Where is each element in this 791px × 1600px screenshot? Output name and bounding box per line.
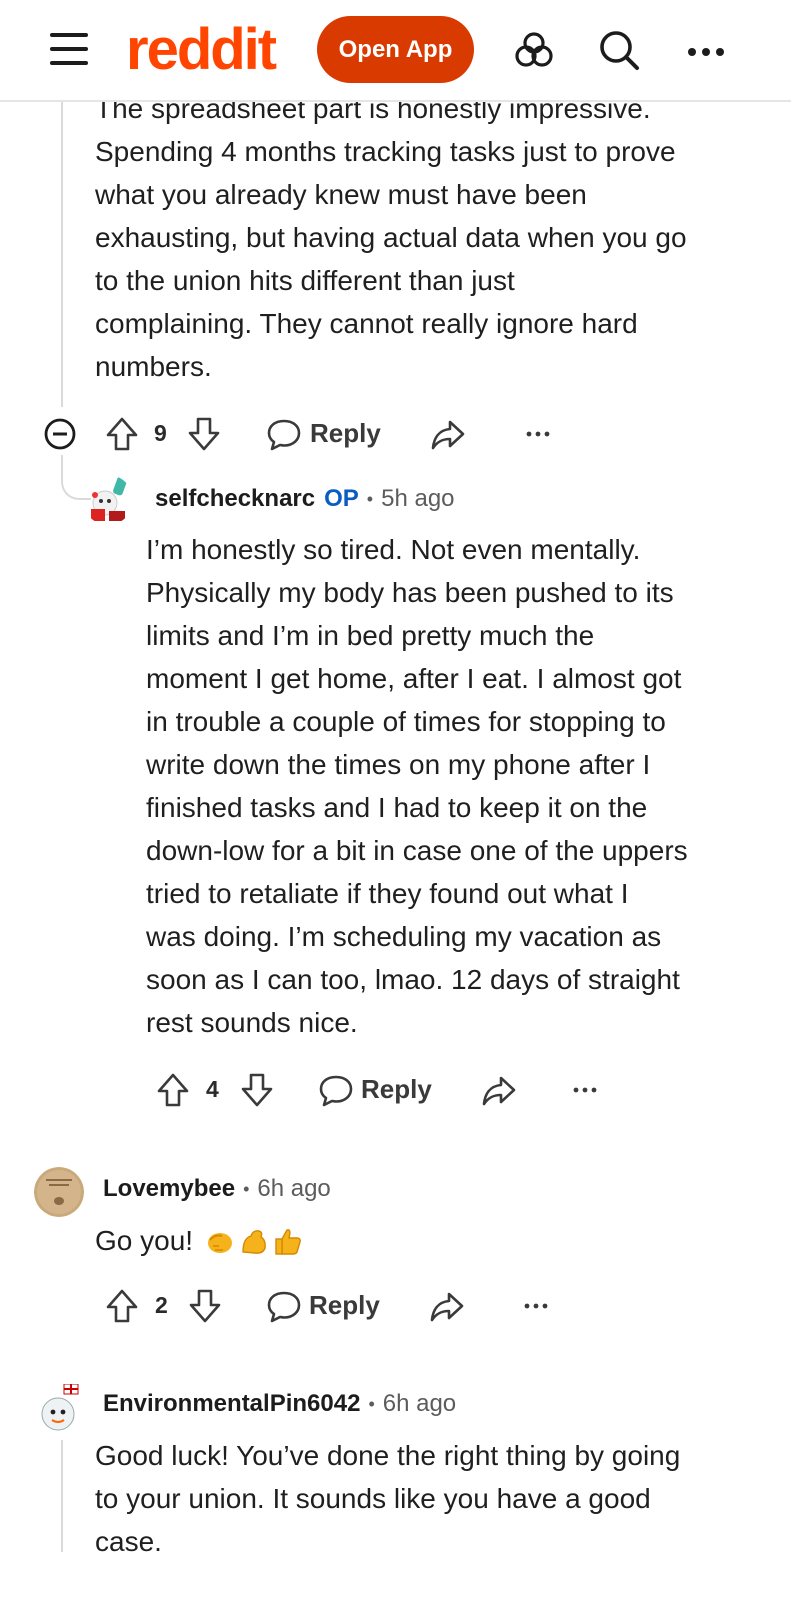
comment-body: Go you!: [95, 1225, 194, 1256]
timestamp: 5h ago: [381, 485, 455, 512]
more-options-icon[interactable]: [686, 30, 726, 74]
thread-line[interactable]: [61, 1440, 63, 1552]
separator-dot: •: [366, 488, 374, 509]
user-avatar[interactable]: [83, 475, 133, 525]
separator-dot: •: [243, 1178, 250, 1199]
separator-dot: •: [368, 1393, 375, 1414]
flexed-biceps-icon: [242, 1229, 266, 1254]
author-name[interactable]: EnvironmentalPin6042: [103, 1390, 360, 1418]
comment-body-row: Go you!: [95, 1219, 303, 1262]
comment-header: EnvironmentalPin6042 • 6h ago: [103, 1384, 456, 1424]
reply-button[interactable]: Reply: [361, 1074, 432, 1105]
reddit-logo[interactable]: reddit: [126, 18, 277, 82]
vote-score: 4: [206, 1076, 219, 1102]
reply-button[interactable]: Reply: [309, 1290, 380, 1321]
comment-header: selfchecknarc OP • 5h ago: [155, 479, 455, 519]
comment-header: Lovemybee • 6h ago: [103, 1169, 331, 1209]
fist-bump-icon: [208, 1232, 233, 1253]
more-options-icon[interactable]: [520, 414, 556, 454]
downvote-icon[interactable]: [187, 1286, 223, 1326]
share-icon[interactable]: [481, 1070, 517, 1110]
menu-icon[interactable]: [50, 33, 88, 65]
reply-button[interactable]: Reply: [310, 418, 381, 449]
upvote-icon[interactable]: [104, 414, 140, 454]
comment-body: Good luck! You’ve done the right thing b…: [95, 1440, 681, 1557]
top-header: reddit Open App: [0, 0, 791, 102]
share-icon[interactable]: [429, 1286, 465, 1326]
comment-actions: 9 Reply: [40, 414, 560, 460]
downvote-icon[interactable]: [186, 414, 222, 454]
upvote-icon[interactable]: [155, 1070, 191, 1110]
chat-icon[interactable]: [512, 28, 556, 72]
reply-icon[interactable]: [266, 414, 302, 454]
comment-body: The spreadsheet part is honestly impress…: [95, 93, 687, 382]
thread-line[interactable]: [61, 102, 63, 407]
author-name[interactable]: selfchecknarc: [155, 485, 315, 513]
reply-icon[interactable]: [266, 1286, 302, 1326]
comment-actions: 2 Reply: [104, 1286, 564, 1332]
collapse-icon[interactable]: [42, 414, 78, 454]
reply-icon[interactable]: [318, 1070, 354, 1110]
upvote-icon[interactable]: [104, 1286, 140, 1326]
user-avatar[interactable]: [34, 1384, 84, 1434]
author-name[interactable]: Lovemybee: [103, 1175, 235, 1203]
share-icon[interactable]: [430, 414, 466, 454]
user-avatar[interactable]: [34, 1167, 84, 1217]
downvote-icon[interactable]: [239, 1070, 275, 1110]
vote-score: 2: [155, 1292, 168, 1318]
comment-body: I’m honestly so tired. Not even mentally…: [146, 534, 688, 1038]
open-app-button[interactable]: Open App: [317, 16, 474, 83]
comment-actions: 4 Reply: [155, 1070, 615, 1116]
more-options-icon[interactable]: [518, 1286, 554, 1326]
timestamp: 6h ago: [257, 1175, 331, 1202]
vote-score: 9: [154, 420, 167, 446]
thumbs-up-icon: [275, 1228, 302, 1255]
reddit-thread-page: reddit Open App The spreadsheet part is …: [0, 0, 791, 1600]
timestamp: 6h ago: [382, 1390, 457, 1417]
more-options-icon[interactable]: [567, 1070, 603, 1110]
search-icon[interactable]: [597, 28, 641, 72]
op-badge: OP: [324, 485, 359, 512]
